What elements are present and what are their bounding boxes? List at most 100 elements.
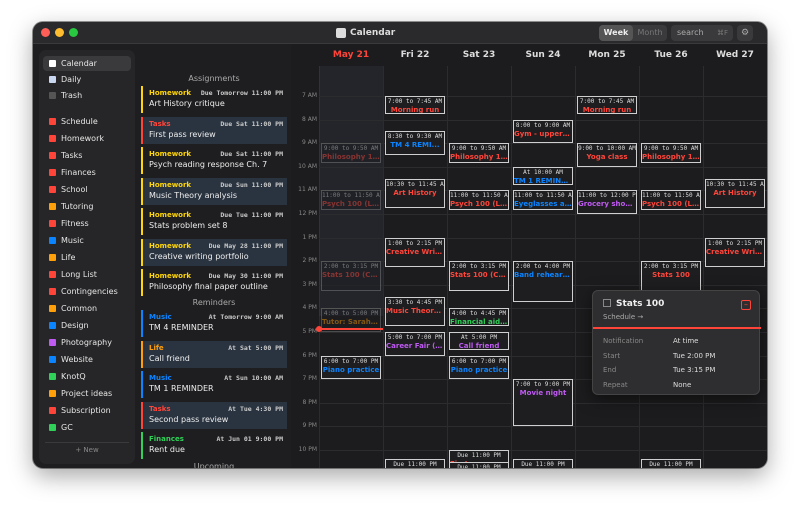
task-item[interactable]: Music At Sun 10:00 AM TM 1 REMINDER	[141, 371, 287, 398]
calendar-event[interactable]: 1:00 to 2:15 PM Creative Writ...	[705, 237, 765, 268]
calendar-event[interactable]: 5:00 to 7:00 PM Career Fair (P...	[385, 332, 445, 356]
minimize-window-button[interactable]	[55, 28, 64, 37]
calendar-event[interactable]: 7:00 to 7:45 AM Morning run	[577, 96, 637, 114]
sidebar-item-finances[interactable]: Finances	[43, 165, 131, 180]
calendar-event[interactable]: 11:00 to 11:50 AM Psych 100 (LE...	[641, 190, 701, 210]
calendar-event[interactable]: 8:30 to 9:30 AM TM 4 REMI...	[385, 131, 445, 155]
sidebar-item-design[interactable]: Design	[43, 318, 131, 333]
calendar-event[interactable]: 4:00 to 4:45 PM Financial aid ...	[449, 308, 509, 327]
sidebar-item-photography[interactable]: Photography	[43, 335, 131, 350]
calendar-event[interactable]: 1:00 to 2:15 PM Creative Writ...	[385, 237, 445, 268]
day-header[interactable]: May 21	[319, 50, 383, 64]
calendar-event[interactable]: 2:00 to 4:00 PM Band rehearsal	[513, 261, 573, 303]
sidebar-item-gc[interactable]: GC	[43, 420, 131, 435]
task-item[interactable]: Homework Due May 28 11:00 PM Creative writ…	[141, 238, 287, 266]
sidebar-item-common[interactable]: Common	[43, 301, 131, 316]
hour-label: 4 PM	[302, 304, 317, 312]
task-item[interactable]: Homework Due May 30 11:00 PM Philosophy fi…	[141, 269, 287, 296]
day-header[interactable]: Fri 22	[383, 50, 447, 64]
sidebar: + New Calendar Daily Trash Schedule Homework…	[39, 50, 135, 464]
sidebar-item-label: Music	[61, 236, 84, 245]
sidebar-item-schedule[interactable]: Schedule	[43, 114, 131, 129]
calendar-event[interactable]: 11:00 to 11:50 AM Psych 100 (LE...	[449, 190, 509, 210]
sidebar-item-subscription[interactable]: Subscription	[43, 403, 131, 418]
day-header[interactable]: Sat 23	[447, 50, 511, 64]
day-header[interactable]: Wed 27	[703, 50, 767, 64]
day-header[interactable]: Tue 26	[639, 50, 703, 64]
popover-field-value[interactable]: None	[673, 381, 691, 389]
event-popover: Stats 100 Schedule → – Notification At ti…	[592, 290, 761, 395]
popover-close-button[interactable]: –	[741, 300, 751, 310]
calendar-event[interactable]: 2:00 to 3:15 PM Stats 100 (CE...	[449, 261, 509, 291]
sidebar-item-website[interactable]: Website	[43, 352, 131, 367]
week-view-button[interactable]: Week	[599, 25, 633, 41]
calendar-event[interactable]: 2:00 to 3:15 PM Stats 100	[641, 261, 701, 291]
calendar-color-swatch	[49, 237, 56, 244]
checkbox-icon[interactable]	[603, 299, 611, 307]
sidebar-item-homework[interactable]: Homework	[43, 131, 131, 146]
calendar-event[interactable]: 11:00 to 11:50 AM Eyeglasses ap...	[513, 190, 573, 210]
popover-field-value[interactable]: Tue 3:15 PM	[673, 366, 715, 374]
calendar-event[interactable]: 9:00 to 10:00 AM Yoga class	[577, 143, 637, 167]
task-item[interactable]: Life At Sat 5:00 PM Call friend	[141, 340, 287, 368]
sidebar-item-music[interactable]: Music	[43, 233, 131, 248]
popover-field-value[interactable]: At time	[673, 337, 698, 345]
popover-calendar-link[interactable]: Schedule →	[603, 313, 643, 321]
sidebar-item-fitness[interactable]: Fitness	[43, 216, 131, 231]
search-input[interactable]: search ⌘F	[671, 25, 733, 41]
calendar-event[interactable]: Due 11:00 PMStats proble...	[641, 459, 701, 468]
sidebar-item-life[interactable]: Life	[43, 250, 131, 265]
hour-label: 8 PM	[302, 398, 317, 406]
sidebar-item-project-ideas[interactable]: Project ideas	[43, 386, 131, 401]
new-calendar-button[interactable]: + New	[45, 442, 129, 456]
task-category: Homework	[149, 180, 192, 189]
calendar-event[interactable]: 6:00 to 7:00 PM Piano practice	[449, 355, 509, 380]
calendar-event[interactable]: 3:30 to 4:45 PM Music Theory ...	[385, 296, 445, 327]
calendar-event[interactable]: 9:00 to 9:50 AM Philosophy 10...	[449, 143, 509, 163]
sidebar-item-school[interactable]: School	[43, 182, 131, 197]
zoom-window-button[interactable]	[69, 28, 78, 37]
calendar-event[interactable]: 10:30 to 11:45 AM Art History	[385, 178, 445, 209]
calendar-event[interactable]: At 5:00 PM Call friend	[449, 332, 509, 350]
task-item[interactable]: Music At Tomorrow 9:00 AM TM 4 REMINDER	[141, 310, 287, 337]
calendar-event[interactable]: 8:00 to 9:00 AM Gym - upper b...	[513, 119, 573, 144]
calendar-event[interactable]: 11:00 to 12:00 PM Grocery shop...	[577, 190, 637, 214]
sidebar-item-tasks[interactable]: Tasks	[43, 148, 131, 163]
gear-icon[interactable]: ⚙	[737, 25, 753, 41]
calendar-event[interactable]: At 10:00 AM TM 1 REMINDER	[513, 166, 573, 185]
event-name: TM 1 REMINDER	[514, 176, 572, 185]
task-item[interactable]: Homework Due Tomorrow 11:00 PM Art History…	[141, 86, 287, 113]
sidebar-item-trash[interactable]: Trash	[43, 88, 131, 103]
calendar-event[interactable]: 7:00 to 7:45 AM Morning run	[385, 96, 445, 114]
calendar-event[interactable]: 9:00 to 9:50 AM Philosophy 10...	[641, 143, 701, 163]
task-item[interactable]: Tasks Due Sat 11:00 PM First pass review	[141, 116, 287, 144]
sidebar-item-long-list[interactable]: Long List	[43, 267, 131, 282]
calendar-event[interactable]: Due 11:00 PMArt History cr...	[385, 459, 445, 468]
popover-field-value[interactable]: Tue 2:00 PM	[673, 352, 715, 360]
task-item[interactable]: Homework Due Sat 11:00 PM Psych reading re…	[141, 147, 287, 174]
day-header[interactable]: Sun 24	[511, 50, 575, 64]
calendar-event[interactable]: 6:00 to 7:00 PM Piano practice	[321, 355, 381, 380]
calendar-event[interactable]: Due 11:00 PMMusic Theory...	[513, 459, 573, 468]
sidebar-item-calendar[interactable]: Calendar	[43, 56, 131, 71]
sidebar-item-tutoring[interactable]: Tutoring	[43, 199, 131, 214]
task-item[interactable]: Homework Due Sun 11:00 PM Music Theory ana…	[141, 177, 287, 205]
sidebar-item-contingencies[interactable]: Contingencies	[43, 284, 131, 299]
calendar-event[interactable]: Due 11:00 PMPsych readin...	[449, 461, 509, 468]
calendar-event[interactable]: 9:00 to 9:50 AM Philosophy 10...	[321, 143, 381, 163]
day-header[interactable]: Mon 25	[575, 50, 639, 64]
task-item[interactable]: Tasks At Tue 4:30 PM Second pass review	[141, 401, 287, 429]
calendar-event[interactable]: 7:00 to 9:00 PM Movie night	[513, 379, 573, 427]
event-time: 9:00 to 9:50 AM	[643, 145, 699, 153]
hour-label: 11 AM	[298, 186, 317, 194]
task-item[interactable]: Finances At Jun 01 9:00 PM Rent due	[141, 432, 287, 459]
sidebar-item-knotq[interactable]: KnotQ	[43, 369, 131, 384]
calendar-event[interactable]: 2:00 to 3:15 PM Stats 100 (CE...	[321, 261, 381, 291]
close-window-button[interactable]	[41, 28, 50, 37]
sidebar-item-daily[interactable]: Daily	[43, 72, 131, 87]
calendar-event[interactable]: 11:00 to 11:50 AM Psych 100 (LE...	[321, 190, 381, 210]
month-view-button[interactable]: Month	[633, 25, 667, 41]
day-divider	[511, 66, 512, 468]
calendar-event[interactable]: 10:30 to 11:45 AM Art History	[705, 178, 765, 209]
task-item[interactable]: Homework Due Tue 11:00 PM Stats problem se…	[141, 208, 287, 235]
